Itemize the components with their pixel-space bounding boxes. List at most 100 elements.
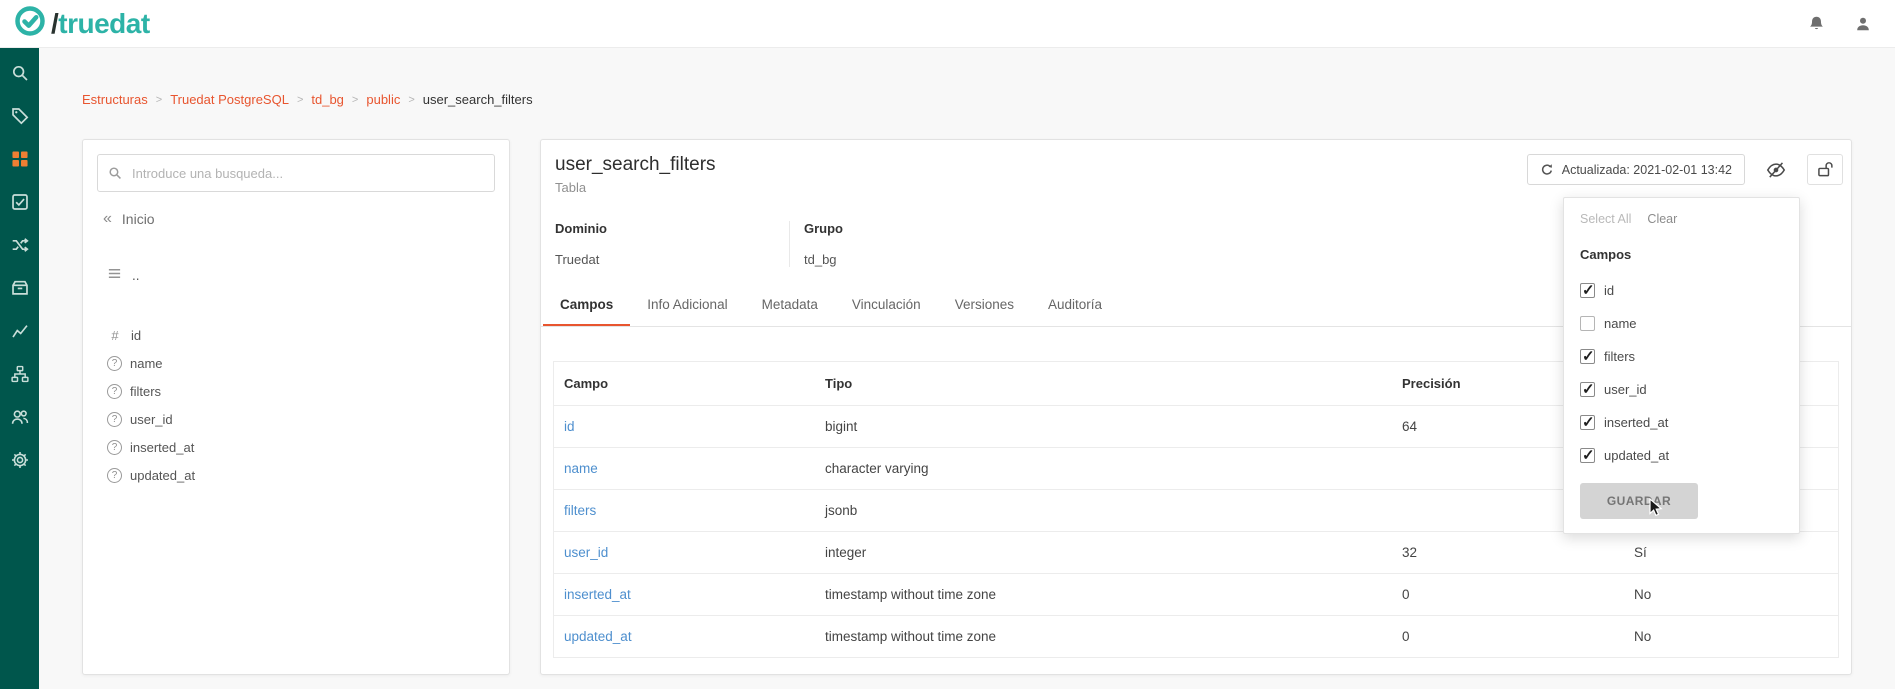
stack-icon bbox=[107, 266, 122, 284]
column-option-id[interactable]: id bbox=[1580, 274, 1783, 307]
breadcrumb-link[interactable]: Truedat PostgreSQL bbox=[170, 92, 289, 107]
columns-dropdown: Select All Clear Campos id name filters … bbox=[1563, 197, 1800, 534]
table-row: inserted_at timestamp without time zone … bbox=[554, 574, 1838, 616]
option-label: filters bbox=[1604, 349, 1635, 364]
field-item-updated-at[interactable]: ? updated_at bbox=[83, 461, 509, 489]
field-link[interactable]: inserted_at bbox=[554, 587, 815, 602]
search-icon[interactable] bbox=[11, 64, 29, 82]
field-type: timestamp without time zone bbox=[815, 629, 1392, 644]
breadcrumb-link[interactable]: public bbox=[366, 92, 400, 107]
field-label: updated_at bbox=[130, 468, 195, 483]
tab-versiones[interactable]: Versiones bbox=[938, 285, 1031, 326]
option-label: inserted_at bbox=[1604, 415, 1668, 430]
tag-icon[interactable] bbox=[11, 107, 29, 125]
tab-info-adicional[interactable]: Info Adicional bbox=[630, 285, 744, 326]
page-title: user_search_filters bbox=[555, 154, 716, 176]
option-label: user_id bbox=[1604, 382, 1647, 397]
user-icon[interactable] bbox=[1855, 16, 1871, 32]
validation-check-icon[interactable] bbox=[11, 193, 29, 211]
field-link[interactable]: id bbox=[554, 419, 815, 434]
number-type-icon: # bbox=[107, 328, 123, 343]
field-item-inserted-at[interactable]: ? inserted_at bbox=[83, 433, 509, 461]
table-row: user_id integer 32 Sí bbox=[554, 532, 1838, 574]
refresh-updated-button[interactable]: Actualizada: 2021-02-01 13:42 bbox=[1527, 154, 1745, 185]
field-item-id[interactable]: # id bbox=[83, 321, 509, 349]
breadcrumb-separator: > bbox=[297, 94, 303, 106]
checkbox[interactable] bbox=[1580, 415, 1595, 430]
clear-link[interactable]: Clear bbox=[1647, 212, 1677, 227]
tab-auditoria[interactable]: Auditoría bbox=[1031, 285, 1119, 326]
parent-label: .. bbox=[132, 268, 140, 283]
field-type: bigint bbox=[815, 419, 1392, 434]
parent-directory-item[interactable]: .. bbox=[107, 266, 509, 284]
column-options-list: id name filters user_id inserted_at upda… bbox=[1580, 274, 1783, 472]
field-type: integer bbox=[815, 545, 1392, 560]
field-item-filters[interactable]: ? filters bbox=[83, 377, 509, 405]
breadcrumb-link[interactable]: td_bg bbox=[311, 92, 344, 107]
head-actions: Actualizada: 2021-02-01 13:42 bbox=[1527, 154, 1843, 185]
field-link[interactable]: updated_at bbox=[554, 629, 815, 644]
dropdown-title: Campos bbox=[1580, 247, 1783, 262]
field-type: character varying bbox=[815, 461, 1392, 476]
users-icon[interactable] bbox=[11, 408, 29, 426]
checkbox[interactable] bbox=[1580, 382, 1595, 397]
guardar-button[interactable]: GUARDAR bbox=[1580, 483, 1698, 519]
table-row: updated_at timestamp without time zone 0… bbox=[554, 616, 1838, 658]
updated-label: Actualizada: 2021-02-01 13:42 bbox=[1562, 163, 1732, 177]
field-nullable: No bbox=[1624, 629, 1838, 644]
group-label: Grupo bbox=[804, 221, 843, 236]
field-nullable: No bbox=[1624, 587, 1838, 602]
structure-browser-panel: « Inicio .. # id ? name ? filters bbox=[82, 139, 510, 675]
settings-gear-icon[interactable] bbox=[11, 451, 29, 469]
double-chevron-left-icon: « bbox=[103, 212, 112, 226]
column-option-inserted-at[interactable]: inserted_at bbox=[1580, 406, 1783, 439]
unlock-icon bbox=[1817, 161, 1834, 178]
header-actions bbox=[1808, 15, 1881, 32]
breadcrumb-separator: > bbox=[408, 94, 414, 106]
tab-campos[interactable]: Campos bbox=[543, 285, 630, 326]
option-label: name bbox=[1604, 316, 1637, 331]
tab-vinculacion[interactable]: Vinculación bbox=[835, 285, 938, 326]
home-collapse-item[interactable]: « Inicio bbox=[103, 210, 509, 228]
toggle-columns-button[interactable] bbox=[1758, 154, 1794, 185]
option-label: updated_at bbox=[1604, 448, 1669, 463]
column-option-updated-at[interactable]: updated_at bbox=[1580, 439, 1783, 472]
field-link[interactable]: name bbox=[554, 461, 815, 476]
field-item-name[interactable]: ? name bbox=[83, 349, 509, 377]
column-option-user-id[interactable]: user_id bbox=[1580, 373, 1783, 406]
structures-grid-icon[interactable] bbox=[11, 150, 29, 168]
top-header: /truedat bbox=[0, 0, 1895, 48]
chart-icon[interactable] bbox=[11, 322, 29, 340]
structure-search-input[interactable] bbox=[97, 154, 495, 192]
field-type: jsonb bbox=[815, 503, 1392, 518]
field-item-user-id[interactable]: ? user_id bbox=[83, 405, 509, 433]
unknown-type-icon: ? bbox=[107, 412, 122, 427]
field-label: name bbox=[130, 356, 163, 371]
bell-icon[interactable] bbox=[1808, 15, 1825, 32]
option-label: id bbox=[1604, 283, 1614, 298]
lock-button[interactable] bbox=[1807, 154, 1843, 185]
checkbox[interactable] bbox=[1580, 349, 1595, 364]
checkbox[interactable] bbox=[1580, 448, 1595, 463]
hierarchy-icon[interactable] bbox=[11, 365, 29, 383]
checkbox[interactable] bbox=[1580, 283, 1595, 298]
breadcrumb-link[interactable]: Estructuras bbox=[82, 92, 148, 107]
checkbox[interactable] bbox=[1580, 316, 1595, 331]
truedat-logo-icon bbox=[14, 5, 46, 42]
unknown-type-icon: ? bbox=[107, 356, 122, 371]
tab-metadata[interactable]: Metadata bbox=[745, 285, 835, 326]
column-option-name[interactable]: name bbox=[1580, 307, 1783, 340]
truedat-logo[interactable]: /truedat bbox=[14, 5, 150, 42]
structure-type-label: Tabla bbox=[555, 180, 716, 195]
field-link[interactable]: filters bbox=[554, 503, 815, 518]
shuffle-icon[interactable] bbox=[11, 236, 29, 254]
box-icon[interactable] bbox=[11, 279, 29, 297]
column-option-filters[interactable]: filters bbox=[1580, 340, 1783, 373]
field-list: # id ? name ? filters ? user_id ? insert… bbox=[83, 321, 509, 489]
field-link[interactable]: user_id bbox=[554, 545, 815, 560]
field-nullable: Sí bbox=[1624, 545, 1838, 560]
truedat-app: /truedat bbox=[0, 0, 1895, 689]
unknown-type-icon: ? bbox=[107, 468, 122, 483]
select-all-link[interactable]: Select All bbox=[1580, 212, 1631, 227]
field-label: inserted_at bbox=[130, 440, 194, 455]
